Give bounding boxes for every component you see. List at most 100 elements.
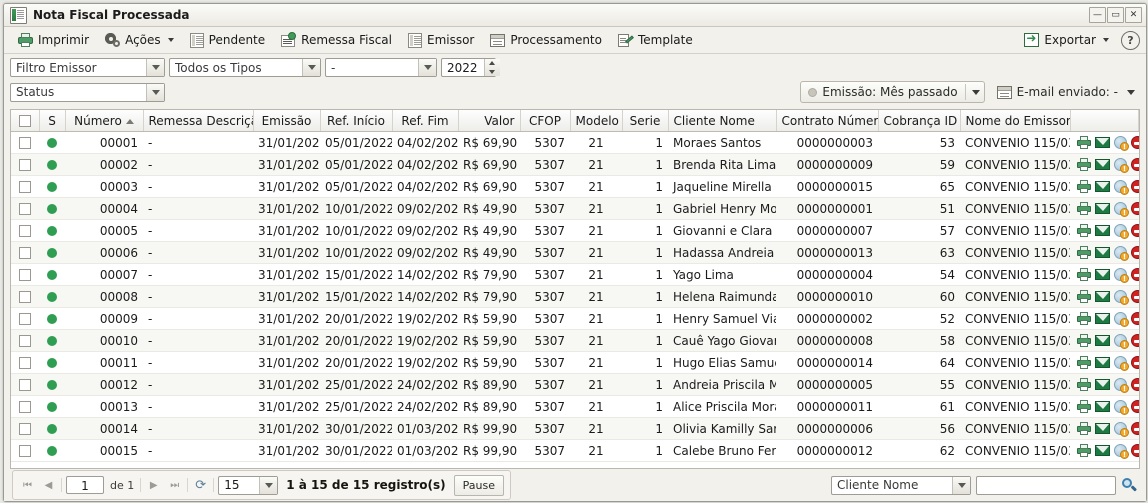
mail-icon[interactable] [1095,181,1110,192]
row-checkbox[interactable] [19,181,31,193]
row-checkbox[interactable] [19,313,31,325]
table-row[interactable]: 00004-31/01/202210/01/202209/02/2022R$ 4… [11,197,1139,220]
print-icon[interactable] [1077,356,1091,369]
emissao-filter-caret[interactable] [964,84,980,100]
tipos-select[interactable]: Todos os Tipos [169,58,321,77]
magnifier-icon[interactable] [1121,477,1138,494]
deny-icon[interactable] [1131,444,1139,457]
minimize-button[interactable]: — [1089,7,1106,23]
toolbar-pendente-button[interactable]: Pendente [182,28,274,52]
refresh-button[interactable]: ⟳ [192,477,209,494]
ano-stepper[interactable]: 2022 [441,58,500,77]
cell-actions[interactable] [1070,153,1139,176]
header-ref-inicio[interactable]: Ref. Início [320,110,393,132]
cell-actions[interactable] [1070,263,1139,286]
ano-increment-button[interactable] [485,59,500,68]
search-field-select[interactable]: Cliente Nome [831,475,971,495]
email-filter-button[interactable]: E-mail enviado: - [989,81,1140,103]
row-select-cell[interactable] [11,417,39,440]
globe-alert-icon[interactable] [1114,202,1129,217]
row-select-cell[interactable] [11,263,39,286]
row-select-cell[interactable] [11,373,39,396]
globe-alert-icon[interactable] [1114,334,1129,349]
deny-icon[interactable] [1131,268,1139,281]
page-size-select[interactable]: 15 [218,475,279,495]
row-checkbox[interactable] [19,357,31,369]
prev-page-button[interactable]: ◀ [40,477,57,494]
deny-icon[interactable] [1131,136,1139,149]
header-remessa-descricao[interactable]: Remessa Descrição [143,110,254,132]
header-status[interactable]: S [39,110,66,132]
cell-actions[interactable] [1070,439,1139,462]
print-icon[interactable] [1077,246,1091,259]
header-ref-fim[interactable]: Ref. Fim [392,110,459,132]
print-icon[interactable] [1077,290,1091,303]
cell-actions[interactable] [1070,285,1139,308]
print-icon[interactable] [1077,444,1091,457]
mail-icon[interactable] [1095,159,1110,170]
header-numero[interactable]: Número [65,110,144,132]
emissao-filter-button[interactable]: Emissão: Mês passado [800,81,985,103]
print-icon[interactable] [1077,180,1091,193]
table-row[interactable]: 00010-31/01/202220/01/202219/02/2022R$ 5… [11,329,1139,352]
toolbar-emissor-button[interactable]: Emissor [400,28,482,52]
row-checkbox[interactable] [19,445,31,457]
cell-actions[interactable] [1070,175,1139,198]
header-nome-do-emissor[interactable]: Nome do Emissor [960,110,1071,132]
mail-icon[interactable] [1095,225,1110,236]
table-row[interactable]: 00006-31/01/202210/01/202209/02/2022R$ 4… [11,241,1139,264]
print-icon[interactable] [1077,158,1091,171]
cell-actions[interactable] [1070,351,1139,374]
first-page-button[interactable]: ⏮ [19,477,36,494]
cell-actions[interactable] [1070,373,1139,396]
row-select-cell[interactable] [11,219,39,242]
row-select-cell[interactable] [11,241,39,264]
mail-icon[interactable] [1095,379,1110,390]
close-button[interactable]: ✕ [1125,7,1142,23]
globe-alert-icon[interactable] [1114,158,1129,173]
ano-spinner-buttons[interactable] [483,59,500,77]
pause-button[interactable]: Pause [453,474,504,496]
header-select-all[interactable] [11,110,40,132]
row-checkbox[interactable] [19,159,31,171]
print-icon[interactable] [1077,268,1091,281]
deny-icon[interactable] [1131,356,1139,369]
cell-actions[interactable] [1070,131,1139,154]
header-cobranca-id[interactable]: Cobrança ID [878,110,961,132]
row-select-cell[interactable] [11,307,39,330]
deny-icon[interactable] [1131,180,1139,193]
row-select-cell[interactable] [11,329,39,352]
table-row[interactable]: 00013-31/01/202225/01/202224/02/2022R$ 8… [11,395,1139,418]
globe-alert-icon[interactable] [1114,290,1129,305]
globe-alert-icon[interactable] [1114,224,1129,239]
row-select-cell[interactable] [11,197,39,220]
filtro-emissor-select[interactable]: Filtro Emissor [10,58,165,77]
table-row[interactable]: 00002-31/01/202205/01/202204/02/2022R$ 6… [11,153,1139,176]
print-icon[interactable] [1077,422,1091,435]
mail-icon[interactable] [1095,401,1110,412]
select-all-checkbox[interactable] [18,115,31,127]
row-checkbox[interactable] [19,247,31,259]
deny-icon[interactable] [1131,246,1139,259]
mail-icon[interactable] [1095,445,1110,456]
globe-alert-icon[interactable] [1114,246,1129,261]
print-icon[interactable] [1077,400,1091,413]
header-cliente-nome[interactable]: Cliente Nome [668,110,777,132]
header-emissao[interactable]: Emissão [253,110,321,132]
deny-icon[interactable] [1131,334,1139,347]
globe-alert-icon[interactable] [1114,356,1129,371]
deny-icon[interactable] [1131,158,1139,171]
table-row[interactable]: 00014-31/01/202230/01/202201/03/2022R$ 9… [11,417,1139,440]
maximize-button[interactable]: ▭ [1107,7,1124,23]
deny-icon[interactable] [1131,312,1139,325]
row-select-cell[interactable] [11,131,39,154]
page-number-input[interactable]: 1 [66,476,104,494]
header-modelo[interactable]: Modelo [570,110,623,132]
row-select-cell[interactable] [11,175,39,198]
deny-icon[interactable] [1131,202,1139,215]
row-checkbox[interactable] [19,269,31,281]
row-checkbox[interactable] [19,225,31,237]
header-cfop[interactable]: CFOP [520,110,571,132]
toolbar-processamento-button[interactable]: Processamento [482,28,610,52]
ano-decrement-button[interactable] [485,68,500,77]
